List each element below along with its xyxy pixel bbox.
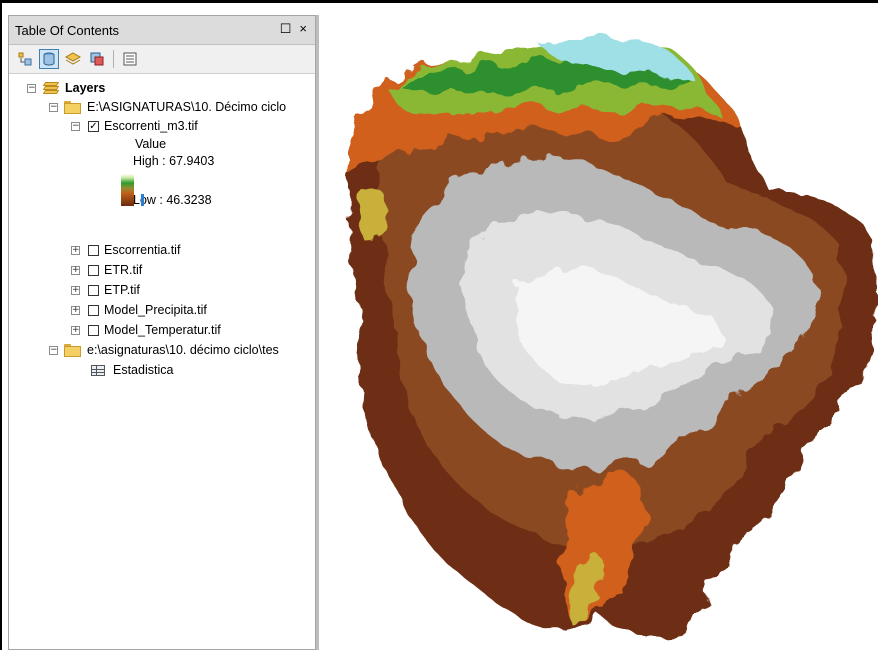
toc-title: Table Of Contents	[15, 23, 120, 38]
restore-button[interactable]: ☐	[280, 21, 292, 37]
layer-label: ETP.tif	[104, 283, 140, 297]
tree-row-layer-2[interactable]: + ETP.tif	[71, 280, 140, 300]
collapse-icon[interactable]: −	[27, 83, 36, 93]
active-layer-label: Escorrenti_m3.tif	[104, 119, 198, 133]
tree-row-table[interactable]: Estadistica	[91, 360, 173, 380]
legend-heading: Value	[135, 137, 167, 151]
collapse-icon[interactable]: −	[71, 121, 80, 131]
layer-label: Model_Precipita.tif	[104, 303, 207, 317]
folder-icon	[64, 100, 82, 114]
expand-icon[interactable]: +	[71, 325, 80, 335]
table-icon	[91, 364, 105, 376]
layer-visibility-checkbox[interactable]: ✓	[88, 120, 99, 132]
tree-row-layer-1[interactable]: + ETR.tif	[71, 260, 142, 280]
legend-high: High : 67.9403	[133, 154, 215, 168]
expand-icon[interactable]: +	[71, 305, 80, 315]
layer-label: Escorrentia.tif	[104, 243, 181, 257]
legend-low-marker	[141, 194, 144, 206]
toc-toolbar	[9, 45, 315, 74]
options-icon[interactable]	[120, 49, 140, 69]
folder-2-label: e:\asignaturas\10. décimo ciclo\tes	[87, 343, 279, 357]
list-by-source-icon[interactable]	[39, 49, 59, 69]
tree-row-layer-4[interactable]: + Model_Temperatur.tif	[71, 320, 221, 340]
collapse-icon[interactable]: −	[49, 102, 58, 112]
toc-title-bar: Table Of Contents ☐ ×	[9, 16, 315, 45]
expand-icon[interactable]: +	[71, 285, 80, 295]
layers-label: Layers	[65, 81, 106, 95]
raster-map	[347, 35, 874, 639]
legend-color-ramp	[121, 174, 134, 206]
tree-row-layer-0[interactable]: + Escorrentia.tif	[71, 240, 180, 260]
expand-icon[interactable]: +	[71, 265, 80, 275]
layer-visibility-checkbox[interactable]	[88, 284, 99, 296]
map-view[interactable]	[319, 15, 878, 650]
close-button[interactable]: ×	[299, 21, 307, 37]
tree-row-folder-2[interactable]: − e:\asignaturas\10. décimo ciclo\tes	[49, 340, 279, 360]
layer-visibility-checkbox[interactable]	[88, 304, 99, 316]
table-label: Estadistica	[113, 363, 174, 377]
list-by-drawing-order-icon[interactable]	[15, 49, 35, 69]
table-of-contents-panel: Table Of Contents ☐ × − Layers − E:\ASIG…	[8, 15, 316, 650]
layers-icon	[42, 81, 60, 95]
tree-row-active-layer[interactable]: − ✓ Escorrenti_m3.tif	[71, 116, 198, 136]
layer-label: Model_Temperatur.tif	[104, 323, 221, 337]
tree-row-layers[interactable]: − Layers	[27, 78, 105, 98]
list-by-selection-icon[interactable]	[87, 49, 107, 69]
layer-visibility-checkbox[interactable]	[88, 264, 99, 276]
folder-1-label: E:\ASIGNATURAS\10. Décimo ciclo	[87, 100, 287, 114]
toolbar-separator	[113, 50, 114, 68]
legend-low: Low : 46.3238	[133, 193, 212, 207]
layer-visibility-checkbox[interactable]	[88, 324, 99, 336]
folder-icon	[64, 343, 82, 357]
tree-row-layer-3[interactable]: + Model_Precipita.tif	[71, 300, 207, 320]
collapse-icon[interactable]: −	[49, 345, 58, 355]
layer-label: ETR.tif	[104, 263, 143, 277]
list-by-visibility-icon[interactable]	[63, 49, 83, 69]
expand-icon[interactable]: +	[71, 245, 80, 255]
layer-visibility-checkbox[interactable]	[88, 244, 99, 256]
tree-row-folder-1[interactable]: − E:\ASIGNATURAS\10. Décimo ciclo	[49, 97, 286, 117]
